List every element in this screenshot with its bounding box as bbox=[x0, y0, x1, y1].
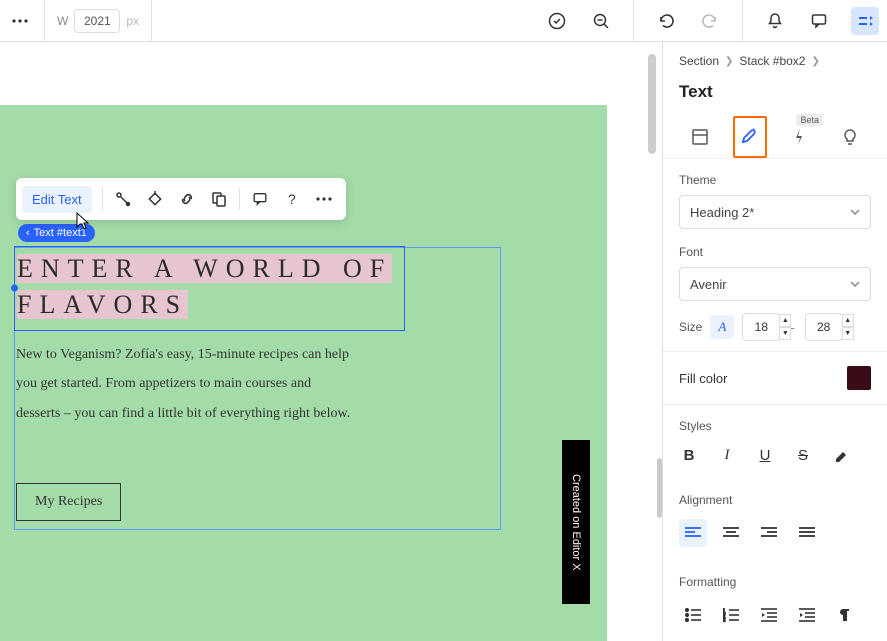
more-icon[interactable] bbox=[308, 183, 340, 215]
align-left-button[interactable] bbox=[679, 519, 707, 547]
help-icon[interactable]: ? bbox=[276, 183, 308, 215]
effects-tab[interactable]: Beta bbox=[783, 116, 817, 158]
heading-text-content: ENTER A WORLD OF FLAVORS bbox=[17, 254, 392, 319]
size-max-input[interactable]: 28 ▲▼ bbox=[805, 313, 843, 341]
stepper-up-icon[interactable]: ▲ bbox=[842, 314, 854, 327]
floating-element-toolbar: Edit Text ? bbox=[16, 178, 346, 220]
formatting-label: Formatting bbox=[663, 561, 887, 595]
italic-button[interactable]: I bbox=[717, 445, 737, 465]
divider bbox=[239, 188, 240, 210]
zoom-out-icon[interactable] bbox=[589, 9, 613, 33]
outdent-button[interactable] bbox=[755, 601, 783, 629]
breadcrumb-section[interactable]: Section bbox=[679, 54, 719, 68]
edit-text-button[interactable]: Edit Text bbox=[22, 186, 92, 213]
fill-label: Fill color bbox=[679, 371, 727, 386]
element-id-label: Text #text1 bbox=[34, 227, 87, 239]
topbar-right bbox=[545, 0, 879, 41]
beta-badge: Beta bbox=[796, 114, 823, 126]
alignment-buttons bbox=[663, 513, 887, 561]
text-direction-button[interactable] bbox=[831, 601, 859, 629]
fill-color-row: Fill color bbox=[663, 352, 887, 405]
width-label: W bbox=[57, 14, 68, 28]
layout-tab[interactable] bbox=[683, 116, 717, 158]
divider bbox=[742, 0, 743, 42]
properties-panel: Section ❯ Stack #box2 ❯ Text Beta Theme … bbox=[662, 42, 887, 641]
unit-label: px bbox=[126, 14, 139, 28]
editor-watermark[interactable]: Created on Editor X bbox=[562, 440, 590, 604]
font-scale-icon[interactable]: A bbox=[710, 315, 734, 339]
divider bbox=[151, 0, 152, 42]
font-select[interactable]: Avenir bbox=[679, 267, 871, 301]
size-min-value: 18 bbox=[755, 320, 768, 334]
svg-text:?: ? bbox=[288, 191, 296, 207]
alignment-label: Alignment bbox=[663, 479, 887, 513]
panel-title: Text bbox=[663, 74, 887, 112]
chevron-right-icon: ❯ bbox=[811, 56, 819, 67]
breadcrumb: Section ❯ Stack #box2 ❯ bbox=[663, 42, 887, 74]
body-paragraph[interactable]: New to Veganism? Zofía's easy, 15-minute… bbox=[16, 340, 356, 428]
comment-icon[interactable] bbox=[807, 9, 831, 33]
stretch-icon[interactable] bbox=[139, 183, 171, 215]
numbered-list-button[interactable]: 123 bbox=[717, 601, 745, 629]
bold-button[interactable]: B bbox=[679, 445, 699, 465]
divider bbox=[102, 188, 103, 210]
align-justify-button[interactable] bbox=[793, 519, 821, 547]
breadcrumb-stack[interactable]: Stack #box2 bbox=[739, 54, 805, 68]
check-circle-icon[interactable] bbox=[545, 9, 569, 33]
bullet-list-button[interactable] bbox=[679, 601, 707, 629]
editor-canvas[interactable]: ENTER A WORLD OF FLAVORS New to Veganism… bbox=[0, 42, 660, 641]
formatting-buttons: 123 bbox=[663, 595, 887, 629]
topbar-left: W px bbox=[8, 0, 152, 41]
size-row: Size A 18 ▲▼ - 28 ▲▼ bbox=[663, 303, 887, 352]
theme-value: Heading 2* bbox=[690, 205, 754, 220]
fill-color-swatch[interactable] bbox=[847, 366, 871, 390]
tips-tab[interactable] bbox=[833, 116, 867, 158]
size-min-input[interactable]: 18 ▲▼ bbox=[742, 313, 780, 341]
chevron-down-icon bbox=[850, 209, 860, 215]
canvas-width-input[interactable] bbox=[74, 9, 120, 33]
bell-icon[interactable] bbox=[763, 9, 787, 33]
heading-text-element[interactable]: ENTER A WORLD OF FLAVORS bbox=[14, 246, 405, 331]
canvas-scrollbar[interactable] bbox=[648, 54, 656, 154]
feedback-icon[interactable] bbox=[244, 183, 276, 215]
indent-button[interactable] bbox=[793, 601, 821, 629]
underline-button[interactable]: U bbox=[755, 445, 775, 465]
align-center-button[interactable] bbox=[717, 519, 745, 547]
divider bbox=[44, 0, 45, 42]
toggle-panel-icon[interactable] bbox=[851, 7, 879, 35]
style-buttons: B I U S bbox=[663, 439, 887, 479]
theme-label: Theme bbox=[663, 159, 887, 193]
divider bbox=[633, 0, 634, 42]
duplicate-icon[interactable] bbox=[203, 183, 235, 215]
chevron-right-icon: ❯ bbox=[725, 56, 733, 67]
redo-icon[interactable] bbox=[698, 9, 722, 33]
size-label: Size bbox=[679, 320, 702, 334]
theme-select[interactable]: Heading 2* bbox=[679, 195, 871, 229]
chevron-down-icon bbox=[850, 281, 860, 287]
canvas-width-control: W px bbox=[57, 9, 139, 33]
undo-icon[interactable] bbox=[654, 9, 678, 33]
more-menu-button[interactable] bbox=[8, 9, 32, 33]
panel-tabs: Beta bbox=[663, 112, 887, 159]
stepper-up-icon[interactable]: ▲ bbox=[779, 314, 791, 327]
align-right-button[interactable] bbox=[755, 519, 783, 547]
styles-label: Styles bbox=[663, 405, 887, 439]
chevron-left-icon: ‹ bbox=[26, 227, 30, 239]
my-recipes-button[interactable]: My Recipes bbox=[16, 483, 121, 521]
top-toolbar: W px bbox=[0, 0, 887, 42]
font-label: Font bbox=[663, 231, 887, 265]
font-value: Avenir bbox=[690, 277, 727, 292]
design-tab[interactable] bbox=[733, 116, 767, 158]
animation-icon[interactable] bbox=[107, 183, 139, 215]
svg-text:3: 3 bbox=[723, 619, 726, 622]
size-max-value: 28 bbox=[817, 320, 830, 334]
highlight-button[interactable] bbox=[831, 445, 851, 465]
link-icon[interactable] bbox=[171, 183, 203, 215]
stepper-down-icon[interactable]: ▼ bbox=[779, 327, 791, 340]
strikethrough-button[interactable]: S bbox=[793, 445, 813, 465]
stepper-down-icon[interactable]: ▼ bbox=[842, 327, 854, 340]
element-id-tag[interactable]: ‹ Text #text1 bbox=[18, 224, 95, 242]
